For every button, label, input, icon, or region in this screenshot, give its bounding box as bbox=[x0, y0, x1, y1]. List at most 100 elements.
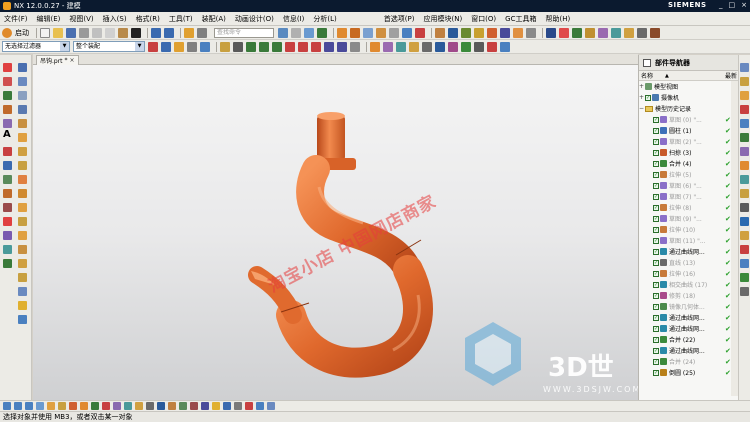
analysis-tab-icon[interactable] bbox=[740, 287, 749, 296]
hole-icon[interactable] bbox=[624, 27, 634, 38]
web-browser-tab-icon[interactable] bbox=[740, 133, 749, 142]
column-latest[interactable]: 最新 bbox=[725, 71, 737, 80]
extrude-icon[interactable] bbox=[474, 27, 484, 38]
offset-curve-icon[interactable] bbox=[3, 147, 12, 156]
feature-checkbox[interactable]: ✓ bbox=[653, 303, 659, 310]
close-tab-icon[interactable]: × bbox=[70, 57, 75, 64]
feature-row[interactable]: ✓ 草图 (0) "... ✔ bbox=[639, 114, 738, 125]
render-style-icon[interactable] bbox=[201, 402, 209, 410]
wcs-icon[interactable] bbox=[422, 41, 432, 52]
feature-row[interactable]: ✓ 拉伸 (5) ✔ bbox=[639, 169, 738, 180]
assembly-navigator-tab-icon[interactable] bbox=[740, 77, 749, 86]
menu-window[interactable]: 窗口(O) bbox=[471, 14, 496, 24]
lighting-icon[interactable] bbox=[212, 402, 220, 410]
tab-hook-part[interactable]: 吊钩.prt * × bbox=[36, 55, 79, 65]
visual-report-tab-icon[interactable] bbox=[740, 231, 749, 240]
existing-point-icon[interactable] bbox=[370, 41, 380, 52]
command-finder-icon[interactable] bbox=[184, 27, 194, 38]
orient-view-icon[interactable] bbox=[376, 27, 386, 38]
menu-analysis[interactable]: 分析(L) bbox=[313, 14, 336, 24]
shell-icon[interactable] bbox=[18, 217, 27, 226]
wireframe-icon[interactable] bbox=[363, 27, 373, 38]
feature-checkbox[interactable]: ✓ bbox=[653, 127, 659, 134]
menu-edit[interactable]: 编辑(E) bbox=[37, 14, 61, 24]
thread-icon[interactable] bbox=[637, 27, 647, 38]
constraint-navigator-tab-icon[interactable] bbox=[740, 91, 749, 100]
origin-icon[interactable] bbox=[487, 41, 497, 52]
view-iso-icon[interactable] bbox=[36, 402, 44, 410]
feature-checkbox[interactable]: ✓ bbox=[653, 369, 659, 376]
copy-icon[interactable] bbox=[105, 27, 115, 38]
face-select-icon[interactable] bbox=[187, 41, 197, 52]
feature-checkbox[interactable]: ✓ bbox=[653, 182, 659, 189]
text-icon[interactable]: A bbox=[3, 129, 11, 140]
column-name[interactable]: 名称 bbox=[641, 71, 653, 80]
undo-icon[interactable] bbox=[151, 27, 161, 38]
people-tab-icon[interactable] bbox=[740, 259, 749, 268]
sphere-icon[interactable] bbox=[18, 105, 27, 114]
print-icon[interactable] bbox=[79, 27, 89, 38]
groove-icon[interactable] bbox=[18, 175, 27, 184]
feature-row[interactable]: ✓ 镜像几何体... ✔ bbox=[639, 301, 738, 312]
command-search-input[interactable]: 查找命令 bbox=[214, 27, 274, 38]
hook-bend[interactable] bbox=[276, 255, 433, 378]
feature-checkbox[interactable]: ✓ bbox=[653, 336, 659, 343]
feature-row[interactable]: ✓ 草图 (6) "... ✔ bbox=[639, 180, 738, 191]
feature-row[interactable]: ✓ 通过曲线网... ✔ bbox=[639, 246, 738, 257]
analysis-icon[interactable] bbox=[650, 27, 660, 38]
offset-icon[interactable] bbox=[585, 27, 595, 38]
view-right-icon[interactable] bbox=[25, 402, 33, 410]
arc-icon[interactable] bbox=[3, 77, 12, 86]
feature-checkbox[interactable]: ✓ bbox=[653, 358, 659, 365]
zoom-icon[interactable] bbox=[291, 27, 301, 38]
cone-icon[interactable] bbox=[18, 91, 27, 100]
menu-tools[interactable]: 工具(T) bbox=[169, 14, 193, 24]
flag-icon[interactable] bbox=[559, 27, 569, 38]
body-select-icon[interactable] bbox=[200, 41, 210, 52]
feature-row[interactable]: ✓ 拉伸 (10) ✔ bbox=[639, 224, 738, 235]
paste-icon[interactable] bbox=[118, 27, 128, 38]
edit-object-icon[interactable] bbox=[415, 27, 425, 38]
feature-row[interactable]: ✓ 草图 (2) "... ✔ bbox=[639, 136, 738, 147]
point-on-curve-icon[interactable] bbox=[324, 41, 334, 52]
menu-gc-toolkit[interactable]: GC工具箱 bbox=[505, 14, 536, 24]
select-all-icon[interactable] bbox=[148, 41, 158, 52]
close-button[interactable]: × bbox=[741, 1, 747, 9]
feature-row[interactable]: ✓ 相交曲线 (17) ✔ bbox=[639, 279, 738, 290]
rotate-icon[interactable] bbox=[317, 27, 327, 38]
menu-format[interactable]: 格式(R) bbox=[136, 14, 160, 24]
revolve-icon[interactable] bbox=[487, 27, 497, 38]
cut-icon[interactable] bbox=[92, 27, 102, 38]
move-icon[interactable] bbox=[435, 41, 445, 52]
boss-icon[interactable] bbox=[18, 119, 27, 128]
menu-preferences[interactable]: 首选项(P) bbox=[384, 14, 415, 24]
sketch-icon[interactable] bbox=[448, 27, 458, 38]
process-studio-tab-icon[interactable] bbox=[740, 161, 749, 170]
trim-icon[interactable] bbox=[572, 27, 582, 38]
chamfer-icon[interactable] bbox=[526, 27, 536, 38]
bounded-grid-icon[interactable] bbox=[350, 41, 360, 52]
ok-icon[interactable] bbox=[740, 273, 749, 282]
show-hide-icon[interactable] bbox=[113, 402, 121, 410]
menu-assembly[interactable]: 装配(A) bbox=[202, 14, 226, 24]
center-snap-icon[interactable] bbox=[298, 41, 308, 52]
selection-filter-dropdown[interactable]: 无选择过滤器 ▼ bbox=[2, 41, 70, 52]
view-top-icon[interactable] bbox=[3, 402, 11, 410]
divide-curve-icon[interactable] bbox=[3, 203, 12, 212]
clip-icon[interactable] bbox=[245, 402, 253, 410]
feature-row[interactable]: ✓ 修剪 (18) ✔ bbox=[639, 290, 738, 301]
thicken-icon[interactable] bbox=[18, 315, 27, 324]
color-icon[interactable] bbox=[179, 402, 187, 410]
invert-visibility-icon[interactable] bbox=[124, 402, 132, 410]
chamfer-tool-icon[interactable] bbox=[18, 203, 27, 212]
checkbox[interactable]: ✓ bbox=[645, 94, 651, 101]
delete-icon[interactable] bbox=[131, 27, 141, 38]
layer-icon[interactable] bbox=[389, 27, 399, 38]
join-curve-icon[interactable] bbox=[3, 175, 12, 184]
view-trimetric-icon[interactable] bbox=[47, 402, 55, 410]
blend-icon[interactable] bbox=[513, 27, 523, 38]
pocket-icon[interactable] bbox=[18, 133, 27, 142]
move-to-layer-icon[interactable] bbox=[102, 402, 110, 410]
edge-blend-icon[interactable] bbox=[18, 189, 27, 198]
feature-row[interactable]: ✓ 合并 (22) ✔ bbox=[639, 334, 738, 345]
